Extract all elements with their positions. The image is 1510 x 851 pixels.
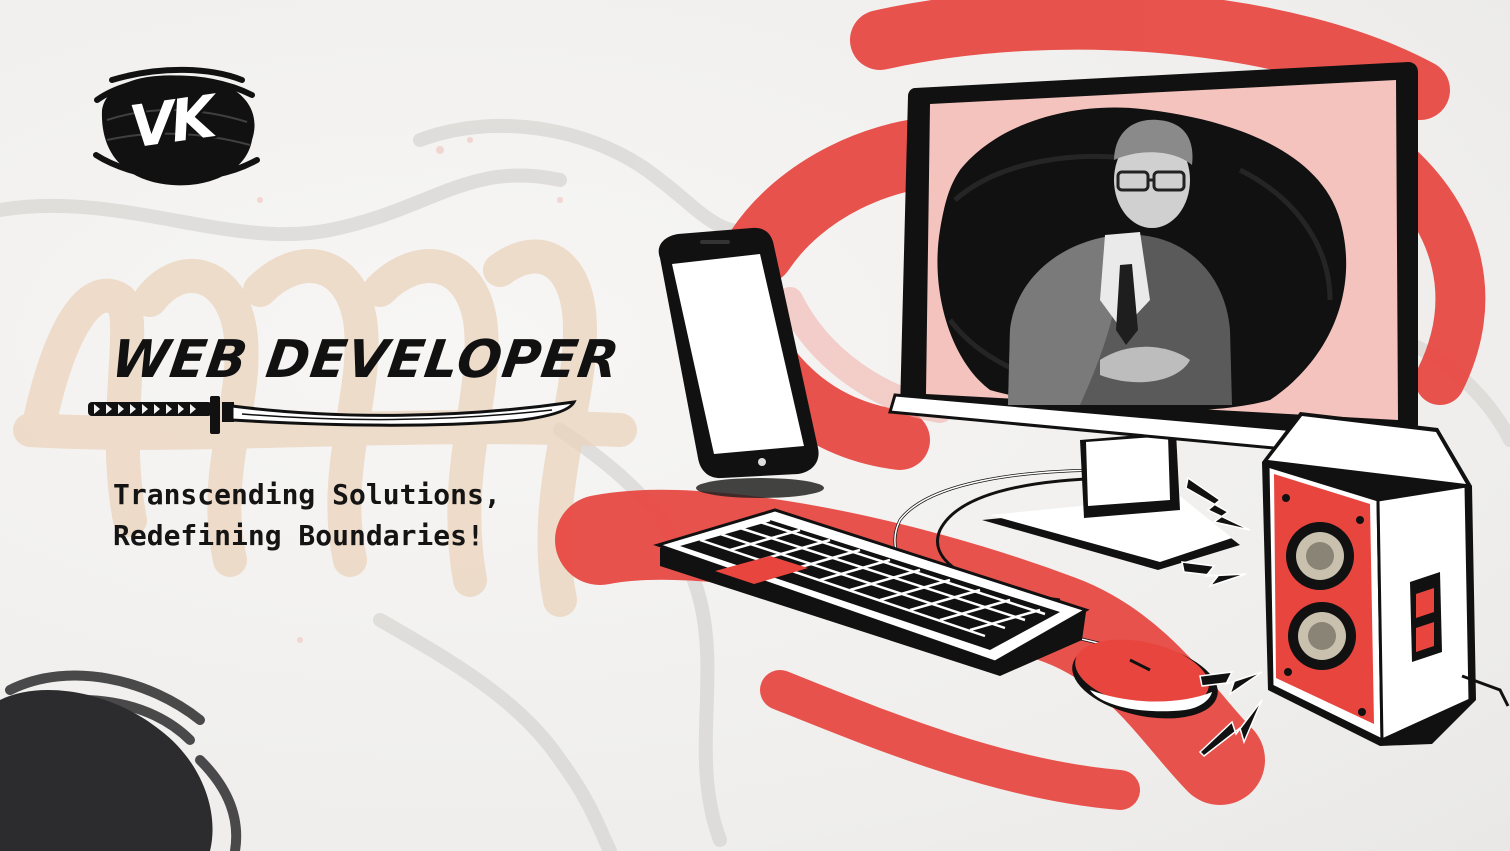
keyboard-icon: [653, 508, 1090, 676]
speaker-icon: [1262, 412, 1510, 746]
smartphone-icon: [658, 227, 824, 498]
hero-section: VK WEB DEVELOPER Transcending Solutions,…: [0, 0, 1510, 851]
monitor-stand: [982, 432, 1240, 570]
workstation-illustration: [653, 62, 1510, 757]
monitor-icon: [888, 62, 1418, 462]
